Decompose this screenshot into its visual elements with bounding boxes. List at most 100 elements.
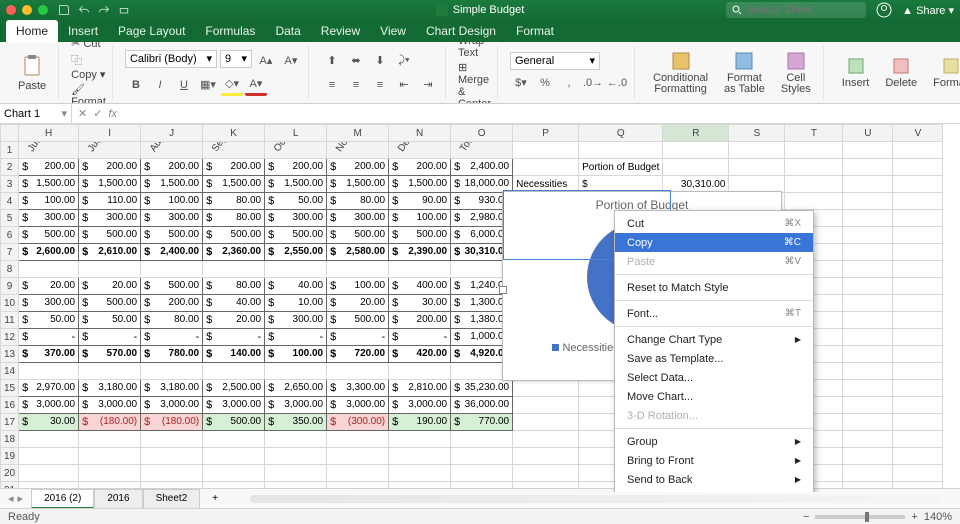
cell[interactable]: $2,580.00: [327, 244, 389, 261]
cell[interactable]: $500.00: [141, 278, 203, 295]
redo-icon[interactable]: [98, 4, 110, 16]
cell[interactable]: [141, 431, 203, 448]
cell[interactable]: [327, 448, 389, 465]
cell[interactable]: $500.00: [265, 227, 327, 244]
align-center-icon[interactable]: ≡: [345, 74, 367, 96]
cell[interactable]: [389, 431, 451, 448]
cell[interactable]: $200.00: [265, 159, 327, 176]
cell[interactable]: [843, 176, 893, 193]
cell[interactable]: [19, 431, 79, 448]
col-header-P[interactable]: P: [513, 125, 579, 142]
share-button[interactable]: ▲ Share ▾: [902, 4, 954, 17]
cell[interactable]: $80.00: [327, 193, 389, 210]
cell[interactable]: $2,610.00: [79, 244, 141, 261]
paste-button[interactable]: Paste: [12, 52, 52, 94]
cell[interactable]: [513, 465, 579, 482]
increase-decimal-icon[interactable]: .0→: [582, 72, 604, 94]
tab-review[interactable]: Review: [311, 20, 370, 42]
row-header-13[interactable]: 13: [1, 346, 19, 363]
cell[interactable]: [203, 363, 265, 380]
cell[interactable]: $500.00: [19, 227, 79, 244]
col-header-V[interactable]: V: [893, 125, 943, 142]
cell[interactable]: [19, 261, 79, 278]
cell[interactable]: $3,300.00: [327, 380, 389, 397]
cell[interactable]: $500.00: [203, 227, 265, 244]
cell[interactable]: [843, 329, 893, 346]
font-name-select[interactable]: Calibri (Body)▾: [125, 50, 217, 68]
row-header-3[interactable]: 3: [1, 176, 19, 193]
cell[interactable]: $-: [327, 329, 389, 346]
row-header-10[interactable]: 10: [1, 295, 19, 312]
indent-inc-icon[interactable]: ⇥: [417, 74, 439, 96]
cell[interactable]: [327, 431, 389, 448]
cell[interactable]: $2,500.00: [203, 380, 265, 397]
cell[interactable]: $20.00: [19, 278, 79, 295]
row-header-15[interactable]: 15: [1, 380, 19, 397]
cell[interactable]: [265, 465, 327, 482]
cell[interactable]: [389, 261, 451, 278]
cell[interactable]: $500.00: [327, 312, 389, 329]
cell[interactable]: [203, 448, 265, 465]
cell[interactable]: [141, 261, 203, 278]
cell[interactable]: $50.00: [19, 312, 79, 329]
cell[interactable]: $(180.00): [79, 414, 141, 431]
cell[interactable]: $300.00: [327, 210, 389, 227]
ctx-change-chart-type[interactable]: Change Chart Type▶: [615, 330, 813, 349]
cell[interactable]: $1,500.00: [141, 176, 203, 193]
cell[interactable]: $20.00: [327, 295, 389, 312]
underline-button[interactable]: U: [173, 74, 195, 96]
cell[interactable]: $30.00: [389, 295, 451, 312]
row-header-11[interactable]: 11: [1, 312, 19, 329]
cell[interactable]: [843, 159, 893, 176]
cell[interactable]: $200.00: [203, 159, 265, 176]
col-header-U[interactable]: U: [843, 125, 893, 142]
cell[interactable]: $300.00: [19, 210, 79, 227]
cell[interactable]: [843, 397, 893, 414]
cell[interactable]: [893, 210, 943, 227]
tab-home[interactable]: Home: [6, 20, 58, 42]
format-as-table-button[interactable]: Format as Table: [718, 49, 771, 97]
cell[interactable]: [203, 261, 265, 278]
cell[interactable]: $80.00: [203, 210, 265, 227]
quick-access-toolbar[interactable]: [58, 4, 130, 16]
cell[interactable]: [843, 278, 893, 295]
sheet-tab-2016-2-[interactable]: 2016 (2): [31, 489, 94, 509]
cell[interactable]: 30,310.00: [663, 176, 729, 193]
cell[interactable]: $500.00: [327, 227, 389, 244]
ctx-group[interactable]: Group▶: [615, 432, 813, 451]
col-header-O[interactable]: O: [451, 125, 513, 142]
cell[interactable]: $300.00: [19, 295, 79, 312]
format-cells-button[interactable]: Format: [927, 55, 960, 91]
decrease-decimal-icon[interactable]: ←.0: [606, 72, 628, 94]
cell[interactable]: [893, 312, 943, 329]
cell[interactable]: $140.00: [203, 346, 265, 363]
cell[interactable]: [893, 448, 943, 465]
cell[interactable]: [893, 244, 943, 261]
cell[interactable]: [265, 363, 327, 380]
cell[interactable]: [451, 431, 513, 448]
font-color-button[interactable]: A▾: [245, 74, 267, 96]
cell[interactable]: [893, 176, 943, 193]
cell[interactable]: $(180.00): [141, 414, 203, 431]
cell[interactable]: $20.00: [79, 278, 141, 295]
cell[interactable]: $40.00: [203, 295, 265, 312]
cell[interactable]: $3,000.00: [389, 397, 451, 414]
cell[interactable]: $80.00: [203, 278, 265, 295]
cell[interactable]: [893, 261, 943, 278]
cell[interactable]: $-: [141, 329, 203, 346]
cell[interactable]: $780.00: [141, 346, 203, 363]
ctx-move-chart-[interactable]: Move Chart...: [615, 387, 813, 406]
col-header-T[interactable]: T: [785, 125, 843, 142]
cell[interactable]: [893, 431, 943, 448]
cell[interactable]: [79, 448, 141, 465]
cell[interactable]: [893, 295, 943, 312]
orientation-icon[interactable]: ⤸▾: [393, 50, 415, 72]
bold-button[interactable]: B: [125, 74, 147, 96]
cell[interactable]: $-: [389, 329, 451, 346]
cell[interactable]: [843, 431, 893, 448]
row-header-18[interactable]: 18: [1, 431, 19, 448]
cell[interactable]: $2,390.00: [389, 244, 451, 261]
cell[interactable]: $50.00: [79, 312, 141, 329]
decrease-font-icon[interactable]: A▾: [280, 50, 302, 72]
save-icon[interactable]: [58, 4, 70, 16]
